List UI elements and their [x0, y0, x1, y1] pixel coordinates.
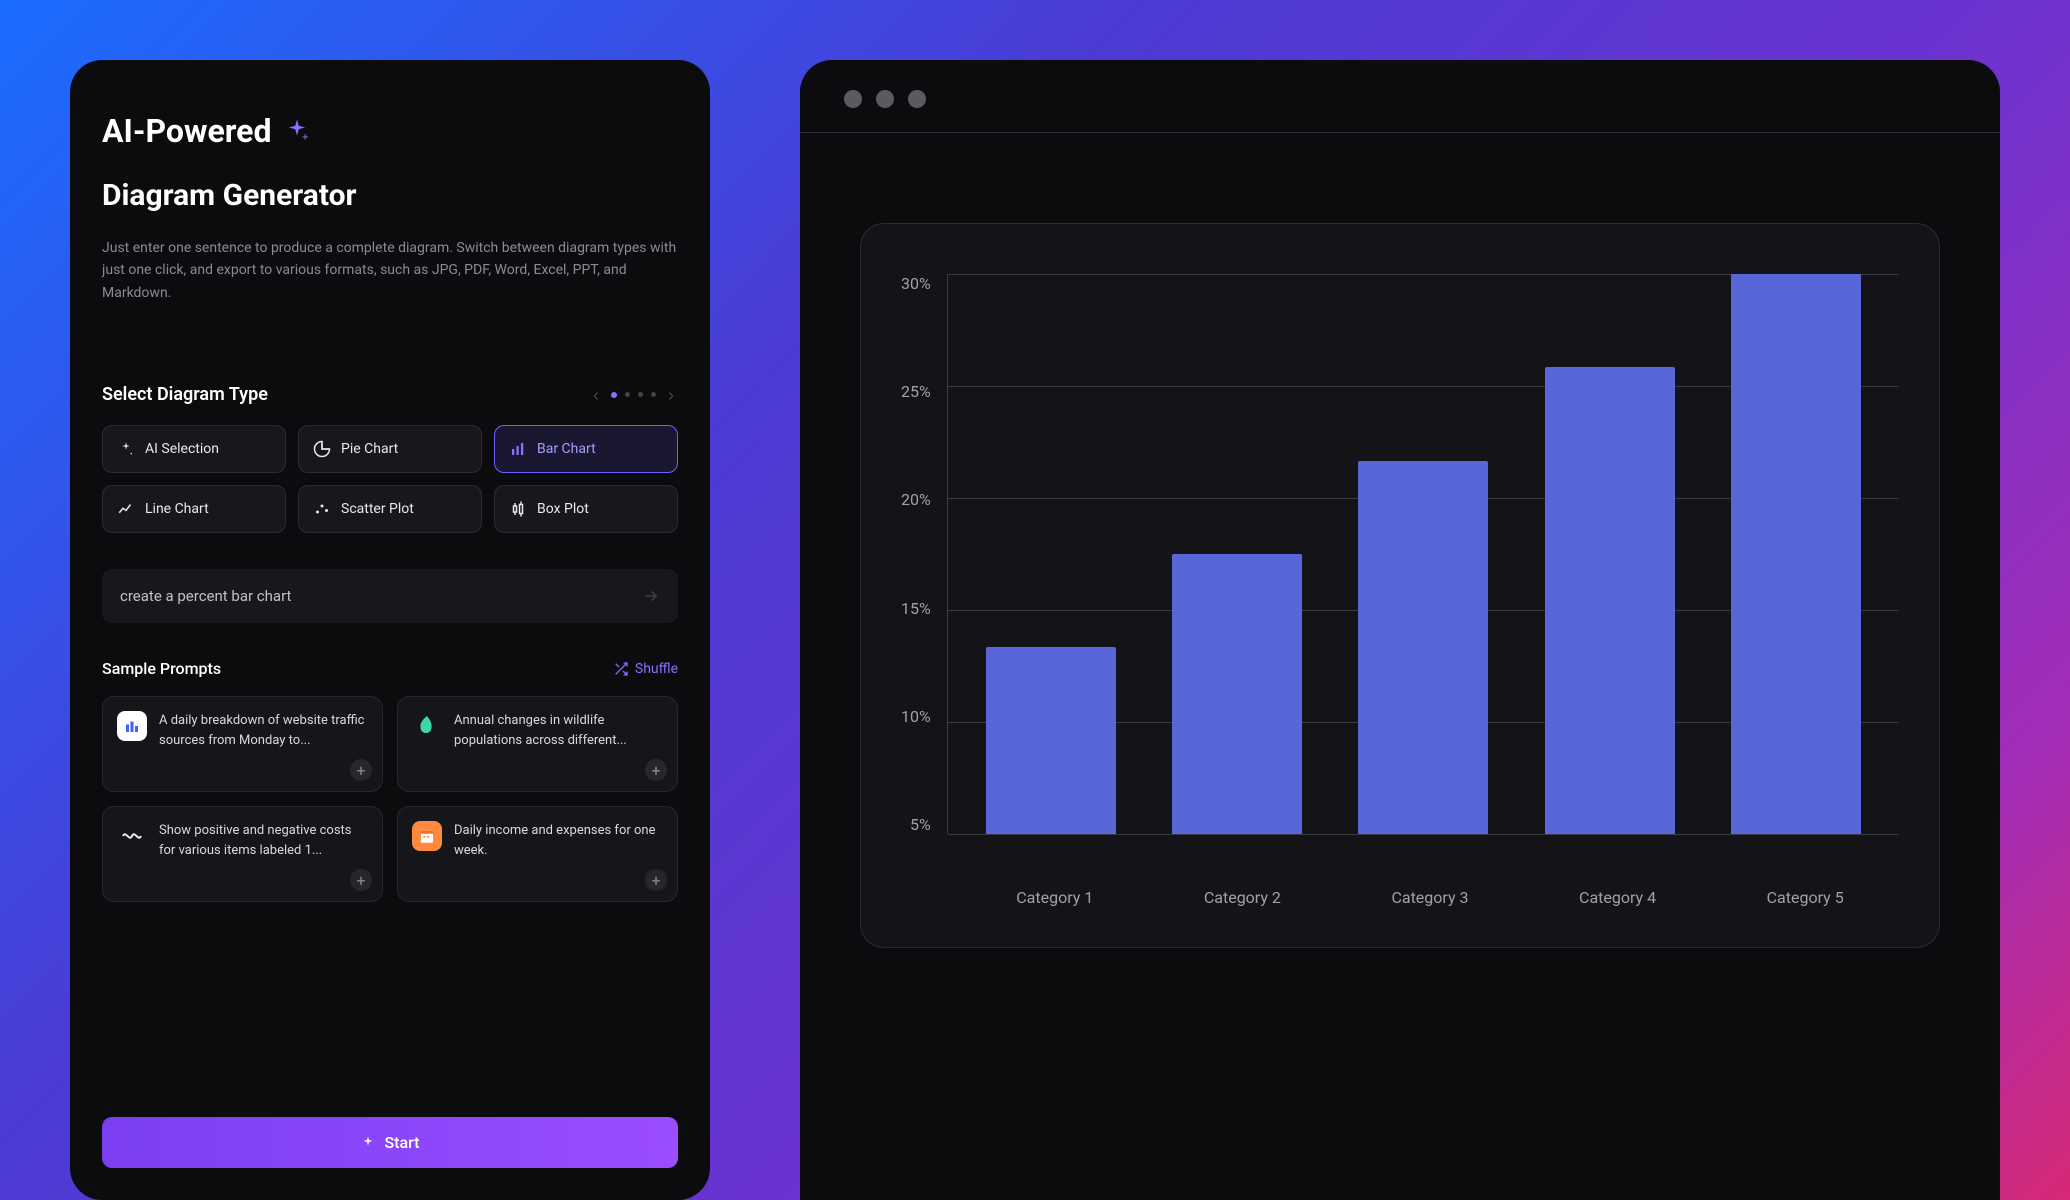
line-chart-icon — [117, 500, 135, 518]
y-tick: 15% — [901, 599, 931, 618]
sample-text: A daily breakdown of website traffic sou… — [159, 711, 368, 750]
shuffle-label: Shuffle — [635, 661, 678, 677]
wave-icon — [117, 821, 147, 851]
add-plus-icon[interactable]: + — [350, 869, 372, 891]
pager-dot[interactable] — [625, 392, 630, 397]
y-axis: 30% 25% 20% 15% 10% 5% — [901, 274, 947, 834]
sparkle-icon — [360, 1135, 376, 1151]
chip-label: Scatter Plot — [341, 501, 414, 517]
sample-card[interactable]: A daily breakdown of website traffic sou… — [102, 696, 383, 792]
window-dot[interactable] — [908, 90, 926, 108]
chip-bar-chart[interactable]: Bar Chart — [494, 425, 678, 473]
sample-header: Sample Prompts Shuffle — [102, 659, 678, 678]
add-plus-icon[interactable]: + — [645, 759, 667, 781]
bar-chart-icon — [509, 440, 527, 458]
chip-label: Box Plot — [537, 501, 589, 517]
pager-dot[interactable] — [638, 392, 643, 397]
calendar-icon — [412, 821, 442, 851]
chip-label: AI Selection — [145, 441, 219, 457]
diagram-type-header: Select Diagram Type — [102, 384, 678, 405]
app-title: AI-Powered — [102, 112, 271, 150]
sample-card[interactable]: Daily income and expenses for one week. … — [397, 806, 678, 902]
window-dot[interactable] — [876, 90, 894, 108]
bar — [1545, 367, 1675, 834]
x-tick: Category 2 — [1167, 888, 1317, 907]
y-tick: 25% — [901, 382, 931, 401]
shuffle-icon — [613, 661, 629, 677]
sample-cards: A daily breakdown of website traffic sou… — [102, 696, 678, 902]
submit-arrow-icon[interactable] — [642, 587, 660, 605]
x-axis: Category 1 Category 2 Category 3 Category 4… — [901, 874, 1899, 907]
prompt-input[interactable] — [120, 587, 642, 605]
sample-prompts-title: Sample Prompts — [102, 659, 221, 678]
pager-dot[interactable] — [611, 392, 617, 398]
pager-next-icon[interactable] — [664, 388, 678, 402]
start-button[interactable]: Start — [102, 1117, 678, 1168]
diagram-type-chips: AI Selection Pie Chart Bar Chart Line Ch… — [102, 425, 678, 533]
title-row: AI-Powered — [102, 112, 678, 150]
x-tick: Category 4 — [1543, 888, 1693, 907]
y-tick: 10% — [901, 707, 931, 726]
bar — [1172, 554, 1302, 834]
sample-card[interactable]: Annual changes in wildlife populations a… — [397, 696, 678, 792]
box-plot-icon — [509, 500, 527, 518]
y-tick: 20% — [901, 490, 931, 509]
chip-line-chart[interactable]: Line Chart — [102, 485, 286, 533]
chip-scatter-plot[interactable]: Scatter Plot — [298, 485, 482, 533]
prompt-input-container — [102, 569, 678, 623]
y-tick: 5% — [910, 815, 931, 834]
pager-dot[interactable] — [651, 392, 656, 397]
pager — [589, 388, 678, 402]
pie-chart-icon — [313, 440, 331, 458]
window-dot[interactable] — [844, 90, 862, 108]
chip-label: Pie Chart — [341, 441, 398, 457]
chip-label: Bar Chart — [537, 441, 596, 457]
sample-text: Daily income and expenses for one week. — [454, 821, 663, 860]
plot-area — [947, 274, 1899, 834]
window-controls — [800, 60, 2000, 133]
add-plus-icon[interactable]: + — [350, 759, 372, 781]
add-plus-icon[interactable]: + — [645, 869, 667, 891]
leaf-icon — [412, 711, 442, 741]
x-tick: Category 3 — [1355, 888, 1505, 907]
y-tick: 30% — [901, 274, 931, 293]
chart-area: 30% 25% 20% 15% 10% 5% — [901, 274, 1899, 874]
generator-panel: AI-Powered Diagram Generator Just enter … — [70, 60, 710, 1200]
sample-text: Annual changes in wildlife populations a… — [454, 711, 663, 750]
bars-icon — [117, 711, 147, 741]
sparkle-icon — [117, 440, 135, 458]
pager-prev-icon[interactable] — [589, 388, 603, 402]
chip-ai-selection[interactable]: AI Selection — [102, 425, 286, 473]
app-subtitle: Diagram Generator — [102, 178, 678, 213]
shuffle-button[interactable]: Shuffle — [613, 661, 678, 677]
app-description: Just enter one sentence to produce a com… — [102, 237, 678, 304]
x-tick: Category 1 — [980, 888, 1130, 907]
sample-text: Show positive and negative costs for var… — [159, 821, 368, 860]
chip-label: Line Chart — [145, 501, 209, 517]
sample-card[interactable]: Show positive and negative costs for var… — [102, 806, 383, 902]
bar — [1358, 461, 1488, 834]
scatter-plot-icon — [313, 500, 331, 518]
sparkle-icon — [283, 117, 311, 145]
bar — [986, 647, 1116, 834]
section-title: Select Diagram Type — [102, 384, 268, 405]
start-label: Start — [384, 1133, 419, 1152]
chart-container: 30% 25% 20% 15% 10% 5% Category 1Categor… — [860, 223, 1940, 948]
preview-panel: 30% 25% 20% 15% 10% 5% Category 1Categor… — [800, 60, 2000, 1200]
chip-box-plot[interactable]: Box Plot — [494, 485, 678, 533]
x-tick: Category 5 — [1730, 888, 1880, 907]
chip-pie-chart[interactable]: Pie Chart — [298, 425, 482, 473]
bar — [1731, 274, 1861, 834]
